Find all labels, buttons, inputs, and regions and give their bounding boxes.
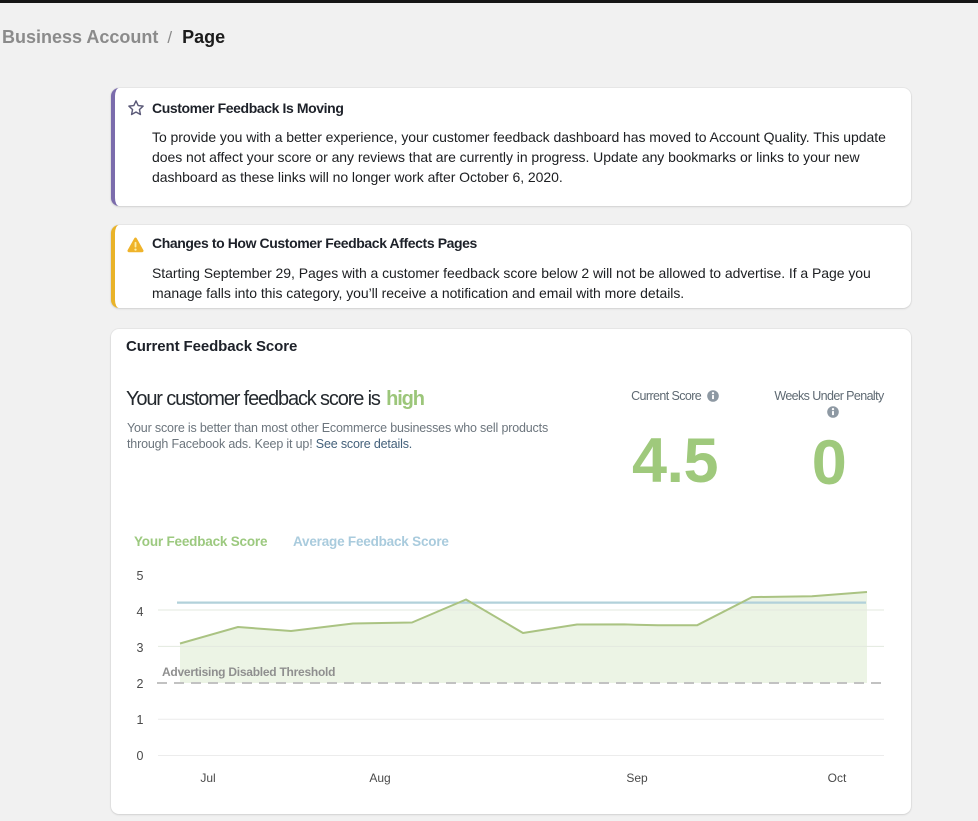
svg-text:Jul: Jul — [200, 771, 215, 785]
svg-text:4: 4 — [137, 605, 144, 619]
svg-text:2: 2 — [137, 677, 144, 691]
svg-text:Oct: Oct — [828, 771, 847, 785]
svg-text:3: 3 — [137, 641, 144, 655]
svg-text:1: 1 — [137, 713, 144, 727]
svg-text:Sep: Sep — [626, 771, 648, 785]
svg-text:5: 5 — [137, 569, 144, 583]
svg-text:Aug: Aug — [369, 771, 390, 785]
svg-text:0: 0 — [137, 749, 144, 763]
svg-text:Advertising Disabled Threshold: Advertising Disabled Threshold — [162, 665, 335, 679]
